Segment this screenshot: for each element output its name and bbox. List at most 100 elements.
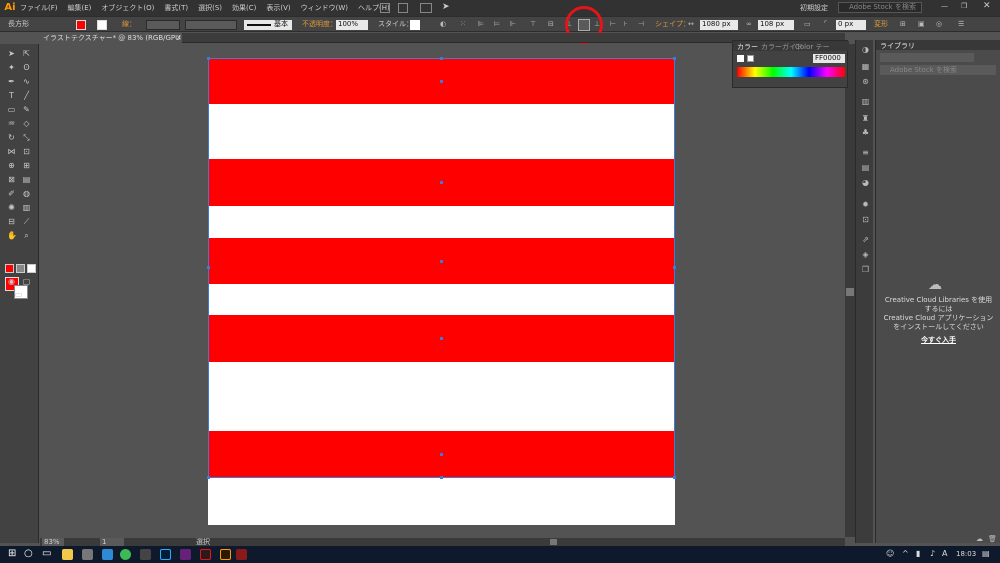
ime-icon[interactable]: A xyxy=(942,549,947,558)
zoom-field[interactable]: 83% xyxy=(42,538,64,546)
opacity-label[interactable]: 不透明度： xyxy=(302,19,337,30)
width-field[interactable]: 1080 px xyxy=(700,20,738,30)
align-vcenter-icon[interactable]: ⊟ xyxy=(548,19,554,30)
stock-icon[interactable] xyxy=(398,3,408,13)
tab-close-icon[interactable]: ✕ xyxy=(176,34,182,42)
send-icon[interactable]: ➤ xyxy=(442,2,450,12)
arrange-docs-icon[interactable] xyxy=(420,3,432,13)
transform-label[interactable]: 変形 xyxy=(874,19,888,30)
artboard[interactable] xyxy=(207,57,676,525)
stroke-weight-field[interactable] xyxy=(146,20,180,30)
clock[interactable]: 18:03 xyxy=(956,550,976,558)
align-left-icon[interactable]: ⊫ xyxy=(478,19,484,30)
symbols-panel-icon[interactable]: ♜ xyxy=(861,114,870,123)
link-proportions-icon[interactable]: ∞ xyxy=(746,19,752,30)
selection-handle[interactable] xyxy=(207,476,210,479)
appearance-panel-icon[interactable]: ✹ xyxy=(861,200,870,209)
menu-window[interactable]: ウィンドウ(W) xyxy=(301,3,348,13)
tray-up-icon[interactable]: ^ xyxy=(902,549,909,558)
eyedropper-tool-icon[interactable]: ✐ xyxy=(7,189,16,198)
photoshop-icon[interactable] xyxy=(160,549,171,560)
task-view-icon[interactable]: ▭ xyxy=(42,548,51,559)
horizontal-scroll-thumb[interactable] xyxy=(550,539,557,545)
tab-color[interactable]: カラー xyxy=(737,42,758,52)
distribute-hcenter-icon[interactable]: ⊦ xyxy=(624,19,628,30)
chrome-icon[interactable] xyxy=(120,549,131,560)
menu-edit[interactable]: 編集(E) xyxy=(68,3,92,13)
shape-builder-tool-icon[interactable]: ⊕ xyxy=(7,161,16,170)
search-icon[interactable]: ○ xyxy=(24,548,33,559)
slice-tool-icon[interactable]: ⟋ xyxy=(22,217,31,226)
scale-tool-icon[interactable]: ⤡ xyxy=(22,133,31,142)
stock-search-input[interactable]: Adobe Stock を検索 xyxy=(838,2,922,13)
document-tab[interactable]: イラストテクスチャー* @ 83% (RGB/GPU プレビュー) xyxy=(40,33,182,43)
layers-panel-icon[interactable]: ◈ xyxy=(861,250,870,259)
color-mode-button[interactable] xyxy=(5,264,14,273)
selection-handle[interactable] xyxy=(207,266,210,269)
opacity-field[interactable]: 100% xyxy=(336,20,368,30)
selection-handle[interactable] xyxy=(440,476,443,479)
distribute-right-icon[interactable]: ⊣ xyxy=(638,19,644,30)
menu-file[interactable]: ファイル(F) xyxy=(20,3,58,13)
magic-wand-tool-icon[interactable]: ✦ xyxy=(7,63,16,72)
trash-icon[interactable]: 🗑 xyxy=(988,535,997,543)
mask-icon[interactable]: ▣ xyxy=(918,19,925,30)
brush-definition-dropdown[interactable]: 基本 xyxy=(244,20,292,30)
selection-handle[interactable] xyxy=(673,476,676,479)
workspace-switcher[interactable]: 初期設定 xyxy=(800,3,828,13)
people-icon[interactable]: ☺ xyxy=(886,549,894,558)
gradient-mode-button[interactable] xyxy=(16,264,25,273)
panel-menu-icon[interactable]: ☰ xyxy=(958,19,964,30)
distribute-left-icon[interactable]: ⊢ xyxy=(610,19,616,30)
taskbar-app-icon[interactable] xyxy=(236,549,247,560)
menu-type[interactable]: 書式(T) xyxy=(164,3,188,13)
target-icon[interactable]: ◎ xyxy=(936,19,942,30)
none-mode-button[interactable] xyxy=(27,264,36,273)
gradient-tool-icon[interactable]: ▤ xyxy=(22,175,31,184)
free-transform-tool-icon[interactable]: ⊡ xyxy=(22,147,31,156)
curvature-tool-icon[interactable]: ∿ xyxy=(22,77,31,86)
paintbrush-tool-icon[interactable]: ♒ xyxy=(7,119,16,128)
symbol-sprayer-tool-icon[interactable]: ✺ xyxy=(7,203,16,212)
column-graph-tool-icon[interactable]: ▥ xyxy=(22,203,31,212)
file-explorer-icon[interactable] xyxy=(62,549,73,560)
hand-tool-icon[interactable]: ✋ xyxy=(7,231,17,240)
align-top-icon[interactable]: ⊤ xyxy=(530,19,536,30)
illustrator-taskbar-icon[interactable] xyxy=(220,549,231,560)
color-panel-icon[interactable]: ◑ xyxy=(861,45,870,54)
color-spectrum[interactable] xyxy=(737,67,845,77)
horizontal-scrollbar[interactable] xyxy=(270,538,845,546)
mail-icon[interactable] xyxy=(102,549,113,560)
action-center-icon[interactable]: ▤ xyxy=(982,549,990,558)
rotate-tool-icon[interactable]: ↻ xyxy=(7,133,16,142)
pen-tool-icon[interactable]: ✒ xyxy=(7,77,16,86)
edit-toolbar-icon[interactable]: ▭ xyxy=(14,290,23,299)
zoom-tool-icon[interactable]: ⌕ xyxy=(22,231,31,240)
draw-mode-icon[interactable]: ◉ xyxy=(7,277,16,286)
screen-mode-icon[interactable]: ▢ xyxy=(22,277,31,286)
align-to-icon[interactable]: ⁙ xyxy=(460,19,466,30)
stroke-swatch[interactable] xyxy=(97,20,107,30)
fill-swatch[interactable] xyxy=(76,20,86,30)
white-swatch[interactable] xyxy=(747,55,754,62)
tab-color-themes[interactable]: Color テー xyxy=(795,42,830,52)
selection-handle[interactable] xyxy=(673,57,676,60)
install-now-link[interactable]: 今すぐ入手 xyxy=(876,335,1000,345)
library-dropdown[interactable] xyxy=(880,53,974,62)
vertical-scroll-thumb[interactable] xyxy=(846,288,854,296)
align-hcenter-icon[interactable]: ⊨ xyxy=(494,19,500,30)
blend-tool-icon[interactable]: ◍ xyxy=(22,189,31,198)
menu-select[interactable]: 選択(S) xyxy=(198,3,222,13)
shape-label[interactable]: シェイプ： xyxy=(655,19,690,30)
mesh-tool-icon[interactable]: ⊠ xyxy=(7,175,16,184)
graphic-styles-panel-icon[interactable]: ⊡ xyxy=(861,215,870,224)
rectangle-tool-icon[interactable]: ▭ xyxy=(7,105,16,114)
variable-width-dropdown[interactable] xyxy=(185,20,237,30)
transparency-panel-icon[interactable]: ◕ xyxy=(861,178,870,187)
corner-radius-field[interactable]: 0 px xyxy=(836,20,866,30)
artboards-panel-icon[interactable]: ❐ xyxy=(861,265,870,274)
network-icon[interactable]: ▮ xyxy=(916,549,920,558)
artboard-number-field[interactable]: 1 xyxy=(100,538,124,546)
library-search-input[interactable]: Adobe Stock を検索 xyxy=(880,65,996,75)
selection-handle[interactable] xyxy=(440,57,443,60)
